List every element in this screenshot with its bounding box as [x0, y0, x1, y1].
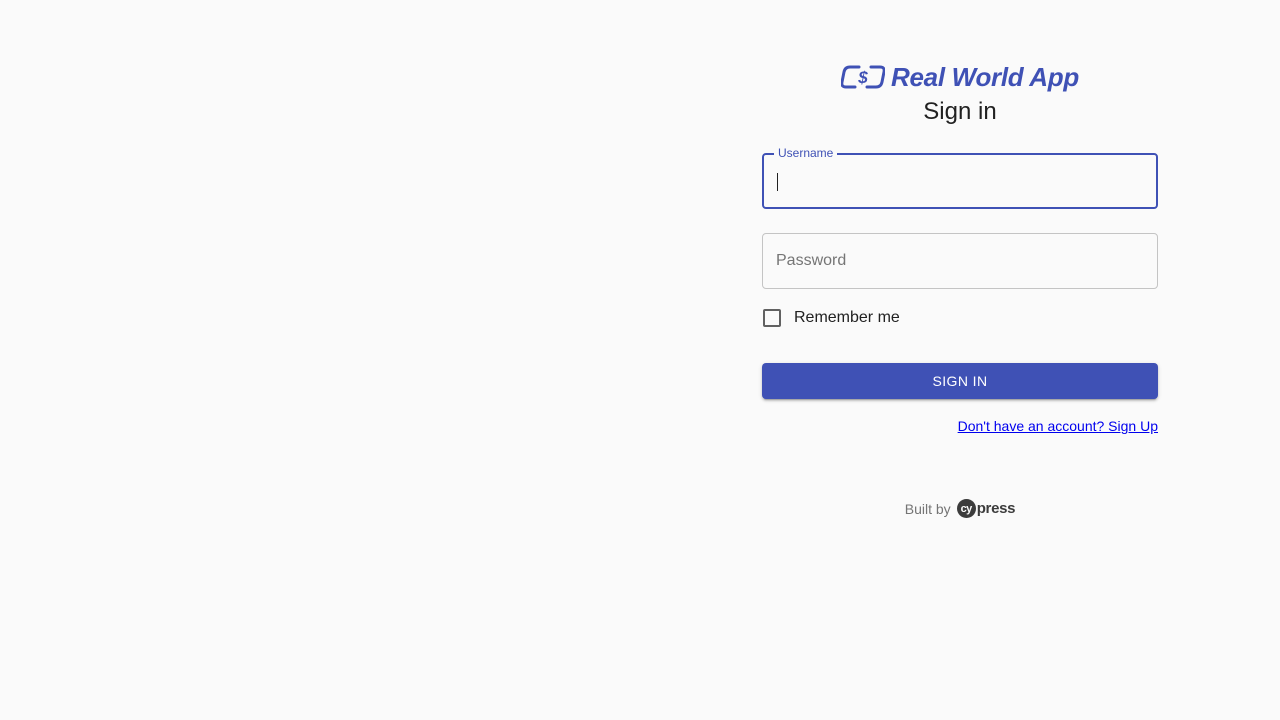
text-caret — [777, 173, 778, 191]
sign-in-button[interactable]: SIGN IN — [762, 363, 1158, 399]
sign-in-page: $ Real World App Sign in Username Rememb… — [0, 0, 1280, 720]
brand-header: $ Real World App — [762, 60, 1158, 94]
cypress-logo[interactable]: cy press — [956, 499, 1016, 518]
cypress-logo-text: press — [976, 500, 1016, 517]
brand-logo: $ Real World App — [841, 62, 1079, 93]
password-field[interactable] — [762, 233, 1158, 289]
remember-me-checkbox[interactable] — [763, 309, 781, 327]
remember-me-control[interactable]: Remember me — [762, 306, 900, 330]
page-title: Sign in — [923, 98, 997, 125]
dollar-exchange-icon: $ — [841, 65, 886, 89]
built-by-text: Built by — [904, 500, 951, 517]
left-blank-pane — [0, 0, 640, 720]
username-field[interactable]: Username — [762, 146, 1158, 209]
sign-up-link[interactable]: Don't have an account? Sign Up — [958, 418, 1158, 434]
username-input[interactable] — [764, 155, 1156, 207]
cypress-logo-badge: cy — [956, 499, 976, 518]
svg-text:$: $ — [857, 68, 868, 87]
app-name: Real World App — [891, 61, 1079, 92]
password-input[interactable] — [763, 234, 1157, 288]
remember-me-label[interactable]: Remember me — [794, 309, 900, 327]
built-by-footer: Built by cy press — [762, 499, 1158, 518]
